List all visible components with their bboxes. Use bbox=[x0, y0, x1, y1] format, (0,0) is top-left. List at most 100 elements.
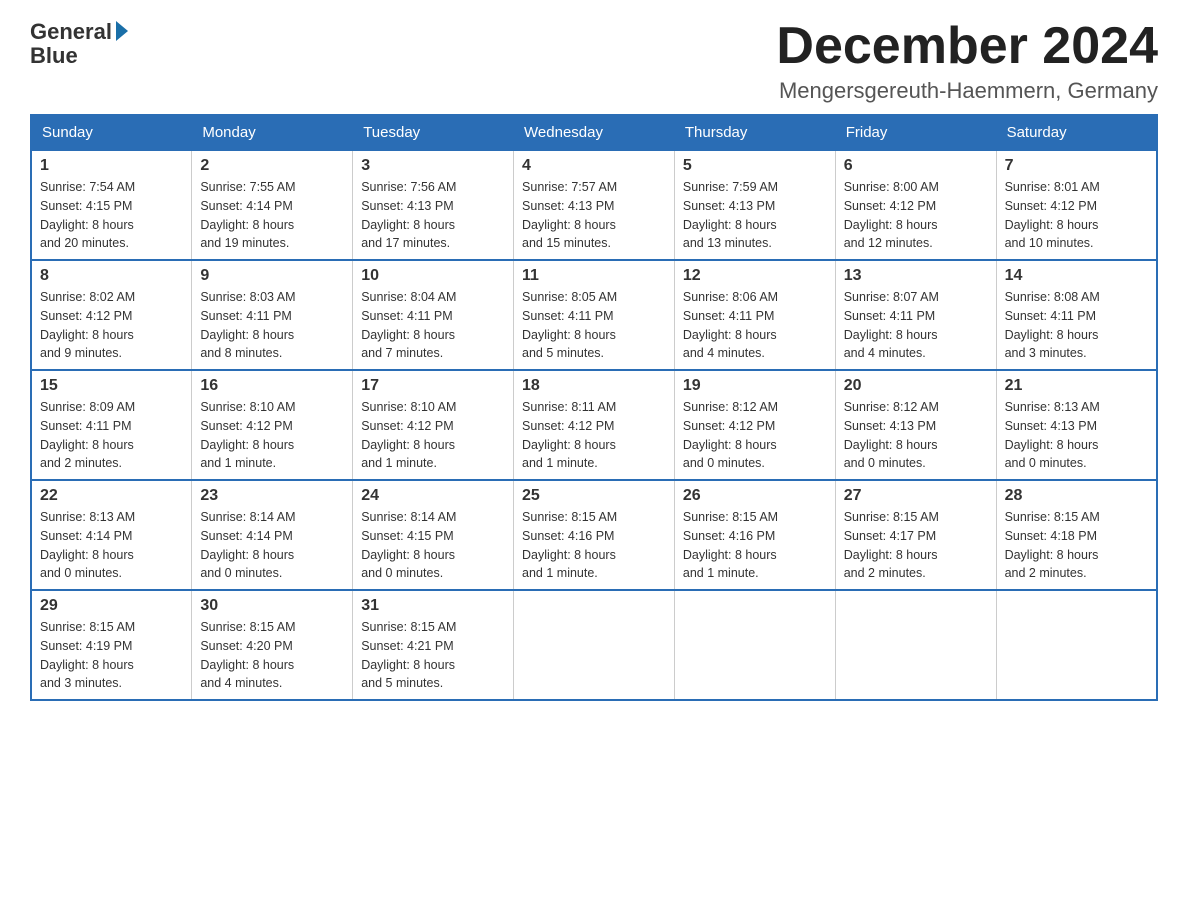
calendar-cell: 29 Sunrise: 8:15 AM Sunset: 4:19 PM Dayl… bbox=[31, 590, 192, 700]
day-info: Sunrise: 8:04 AM Sunset: 4:11 PM Dayligh… bbox=[361, 288, 505, 363]
calendar-cell: 20 Sunrise: 8:12 AM Sunset: 4:13 PM Dayl… bbox=[835, 370, 996, 480]
day-info: Sunrise: 8:14 AM Sunset: 4:15 PM Dayligh… bbox=[361, 508, 505, 583]
day-number: 29 bbox=[40, 597, 183, 615]
calendar-cell: 24 Sunrise: 8:14 AM Sunset: 4:15 PM Dayl… bbox=[353, 480, 514, 590]
day-info: Sunrise: 8:06 AM Sunset: 4:11 PM Dayligh… bbox=[683, 288, 827, 363]
calendar-cell: 25 Sunrise: 8:15 AM Sunset: 4:16 PM Dayl… bbox=[514, 480, 675, 590]
day-number: 9 bbox=[200, 267, 344, 285]
calendar-cell: 8 Sunrise: 8:02 AM Sunset: 4:12 PM Dayli… bbox=[31, 260, 192, 370]
calendar-cell bbox=[514, 590, 675, 700]
weekday-header-row: SundayMondayTuesdayWednesdayThursdayFrid… bbox=[31, 115, 1157, 150]
calendar-cell: 1 Sunrise: 7:54 AM Sunset: 4:15 PM Dayli… bbox=[31, 150, 192, 260]
month-year-title: December 2024 bbox=[776, 20, 1158, 72]
calendar-cell: 30 Sunrise: 8:15 AM Sunset: 4:20 PM Dayl… bbox=[192, 590, 353, 700]
day-number: 4 bbox=[522, 157, 666, 175]
calendar-cell: 6 Sunrise: 8:00 AM Sunset: 4:12 PM Dayli… bbox=[835, 150, 996, 260]
day-number: 27 bbox=[844, 487, 988, 505]
day-number: 5 bbox=[683, 157, 827, 175]
day-number: 15 bbox=[40, 377, 183, 395]
day-info: Sunrise: 8:09 AM Sunset: 4:11 PM Dayligh… bbox=[40, 398, 183, 473]
day-info: Sunrise: 8:15 AM Sunset: 4:18 PM Dayligh… bbox=[1005, 508, 1148, 583]
logo-text-blue: Blue bbox=[30, 44, 128, 68]
calendar-cell: 10 Sunrise: 8:04 AM Sunset: 4:11 PM Dayl… bbox=[353, 260, 514, 370]
day-number: 30 bbox=[200, 597, 344, 615]
day-info: Sunrise: 8:15 AM Sunset: 4:16 PM Dayligh… bbox=[683, 508, 827, 583]
calendar-cell: 11 Sunrise: 8:05 AM Sunset: 4:11 PM Dayl… bbox=[514, 260, 675, 370]
day-info: Sunrise: 8:03 AM Sunset: 4:11 PM Dayligh… bbox=[200, 288, 344, 363]
day-info: Sunrise: 8:07 AM Sunset: 4:11 PM Dayligh… bbox=[844, 288, 988, 363]
day-number: 13 bbox=[844, 267, 988, 285]
calendar-cell: 13 Sunrise: 8:07 AM Sunset: 4:11 PM Dayl… bbox=[835, 260, 996, 370]
calendar-cell: 19 Sunrise: 8:12 AM Sunset: 4:12 PM Dayl… bbox=[674, 370, 835, 480]
day-info: Sunrise: 7:57 AM Sunset: 4:13 PM Dayligh… bbox=[522, 178, 666, 253]
day-info: Sunrise: 8:15 AM Sunset: 4:17 PM Dayligh… bbox=[844, 508, 988, 583]
calendar-cell: 28 Sunrise: 8:15 AM Sunset: 4:18 PM Dayl… bbox=[996, 480, 1157, 590]
day-info: Sunrise: 8:13 AM Sunset: 4:14 PM Dayligh… bbox=[40, 508, 183, 583]
weekday-header-thursday: Thursday bbox=[674, 115, 835, 150]
day-number: 24 bbox=[361, 487, 505, 505]
calendar-week-row: 22 Sunrise: 8:13 AM Sunset: 4:14 PM Dayl… bbox=[31, 480, 1157, 590]
day-info: Sunrise: 7:59 AM Sunset: 4:13 PM Dayligh… bbox=[683, 178, 827, 253]
weekday-header-wednesday: Wednesday bbox=[514, 115, 675, 150]
calendar-cell: 18 Sunrise: 8:11 AM Sunset: 4:12 PM Dayl… bbox=[514, 370, 675, 480]
calendar-cell: 21 Sunrise: 8:13 AM Sunset: 4:13 PM Dayl… bbox=[996, 370, 1157, 480]
calendar-cell: 31 Sunrise: 8:15 AM Sunset: 4:21 PM Dayl… bbox=[353, 590, 514, 700]
day-info: Sunrise: 8:00 AM Sunset: 4:12 PM Dayligh… bbox=[844, 178, 988, 253]
day-number: 23 bbox=[200, 487, 344, 505]
day-info: Sunrise: 7:54 AM Sunset: 4:15 PM Dayligh… bbox=[40, 178, 183, 253]
calendar-cell: 7 Sunrise: 8:01 AM Sunset: 4:12 PM Dayli… bbox=[996, 150, 1157, 260]
calendar-cell: 26 Sunrise: 8:15 AM Sunset: 4:16 PM Dayl… bbox=[674, 480, 835, 590]
calendar-week-row: 8 Sunrise: 8:02 AM Sunset: 4:12 PM Dayli… bbox=[31, 260, 1157, 370]
day-number: 26 bbox=[683, 487, 827, 505]
day-number: 31 bbox=[361, 597, 505, 615]
day-number: 17 bbox=[361, 377, 505, 395]
calendar-week-row: 15 Sunrise: 8:09 AM Sunset: 4:11 PM Dayl… bbox=[31, 370, 1157, 480]
day-number: 22 bbox=[40, 487, 183, 505]
calendar-cell bbox=[996, 590, 1157, 700]
day-number: 16 bbox=[200, 377, 344, 395]
calendar-cell: 27 Sunrise: 8:15 AM Sunset: 4:17 PM Dayl… bbox=[835, 480, 996, 590]
day-info: Sunrise: 7:55 AM Sunset: 4:14 PM Dayligh… bbox=[200, 178, 344, 253]
calendar-cell: 15 Sunrise: 8:09 AM Sunset: 4:11 PM Dayl… bbox=[31, 370, 192, 480]
day-number: 28 bbox=[1005, 487, 1148, 505]
calendar-cell: 14 Sunrise: 8:08 AM Sunset: 4:11 PM Dayl… bbox=[996, 260, 1157, 370]
page-header: General Blue December 2024 Mengersgereut… bbox=[30, 20, 1158, 104]
calendar-week-row: 29 Sunrise: 8:15 AM Sunset: 4:19 PM Dayl… bbox=[31, 590, 1157, 700]
day-number: 18 bbox=[522, 377, 666, 395]
day-info: Sunrise: 8:02 AM Sunset: 4:12 PM Dayligh… bbox=[40, 288, 183, 363]
day-info: Sunrise: 8:12 AM Sunset: 4:12 PM Dayligh… bbox=[683, 398, 827, 473]
weekday-header-monday: Monday bbox=[192, 115, 353, 150]
day-number: 6 bbox=[844, 157, 988, 175]
day-number: 1 bbox=[40, 157, 183, 175]
logo: General Blue bbox=[30, 20, 128, 68]
calendar-cell: 16 Sunrise: 8:10 AM Sunset: 4:12 PM Dayl… bbox=[192, 370, 353, 480]
day-number: 14 bbox=[1005, 267, 1148, 285]
day-number: 20 bbox=[844, 377, 988, 395]
day-info: Sunrise: 8:12 AM Sunset: 4:13 PM Dayligh… bbox=[844, 398, 988, 473]
day-info: Sunrise: 8:14 AM Sunset: 4:14 PM Dayligh… bbox=[200, 508, 344, 583]
calendar-cell: 4 Sunrise: 7:57 AM Sunset: 4:13 PM Dayli… bbox=[514, 150, 675, 260]
weekday-header-friday: Friday bbox=[835, 115, 996, 150]
logo-text-general: General bbox=[30, 20, 112, 44]
day-number: 12 bbox=[683, 267, 827, 285]
weekday-header-sunday: Sunday bbox=[31, 115, 192, 150]
day-info: Sunrise: 8:05 AM Sunset: 4:11 PM Dayligh… bbox=[522, 288, 666, 363]
day-number: 3 bbox=[361, 157, 505, 175]
calendar-table: SundayMondayTuesdayWednesdayThursdayFrid… bbox=[30, 114, 1158, 701]
calendar-cell: 2 Sunrise: 7:55 AM Sunset: 4:14 PM Dayli… bbox=[192, 150, 353, 260]
day-number: 10 bbox=[361, 267, 505, 285]
title-block: December 2024 Mengersgereuth-Haemmern, G… bbox=[776, 20, 1158, 104]
calendar-cell: 22 Sunrise: 8:13 AM Sunset: 4:14 PM Dayl… bbox=[31, 480, 192, 590]
day-number: 19 bbox=[683, 377, 827, 395]
weekday-header-saturday: Saturday bbox=[996, 115, 1157, 150]
day-info: Sunrise: 8:13 AM Sunset: 4:13 PM Dayligh… bbox=[1005, 398, 1148, 473]
day-info: Sunrise: 8:08 AM Sunset: 4:11 PM Dayligh… bbox=[1005, 288, 1148, 363]
location-subtitle: Mengersgereuth-Haemmern, Germany bbox=[776, 78, 1158, 104]
day-info: Sunrise: 8:15 AM Sunset: 4:19 PM Dayligh… bbox=[40, 618, 183, 693]
day-number: 21 bbox=[1005, 377, 1148, 395]
calendar-cell: 5 Sunrise: 7:59 AM Sunset: 4:13 PM Dayli… bbox=[674, 150, 835, 260]
day-number: 7 bbox=[1005, 157, 1148, 175]
calendar-cell: 23 Sunrise: 8:14 AM Sunset: 4:14 PM Dayl… bbox=[192, 480, 353, 590]
day-number: 8 bbox=[40, 267, 183, 285]
calendar-cell: 12 Sunrise: 8:06 AM Sunset: 4:11 PM Dayl… bbox=[674, 260, 835, 370]
